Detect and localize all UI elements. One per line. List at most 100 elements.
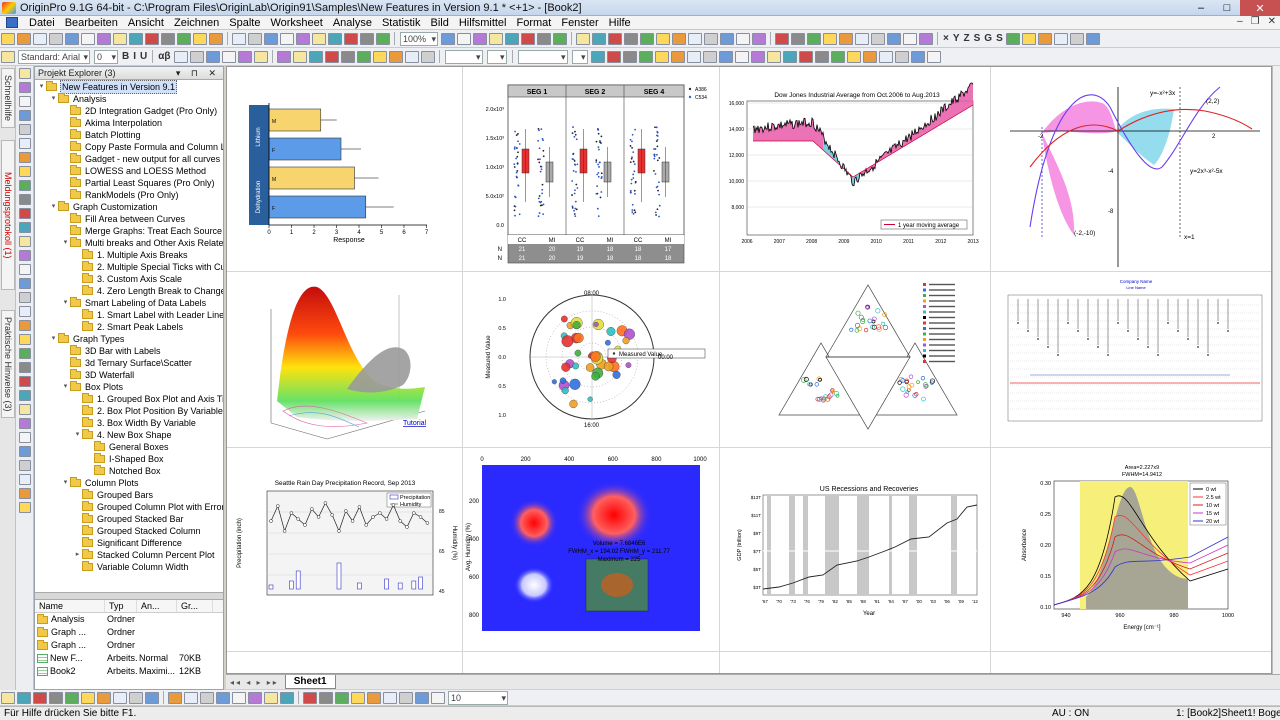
- toolbar-icon[interactable]: [606, 50, 621, 63]
- menu-spalte[interactable]: Spalte: [224, 16, 265, 30]
- toolbar-icon[interactable]: [798, 50, 813, 63]
- tool-icon[interactable]: [19, 474, 31, 485]
- toolbar-icon[interactable]: [383, 691, 397, 704]
- toolbar-icon[interactable]: [704, 32, 718, 45]
- toolbar-icon[interactable]: [33, 691, 47, 704]
- tree-item[interactable]: ▸ Stacked Column Percent Plot: [35, 549, 223, 561]
- tree-item[interactable]: Grouped Stacked Column: [35, 525, 223, 537]
- menu-bild[interactable]: Bild: [425, 16, 453, 30]
- toolbar-icon[interactable]: [576, 32, 590, 45]
- tool-icon[interactable]: [19, 180, 31, 191]
- tree-item[interactable]: 2. Smart Peak Labels: [35, 321, 223, 333]
- toolbar-icon[interactable]: [718, 50, 733, 63]
- tool-icon[interactable]: [19, 488, 31, 499]
- expand-toggle-icon[interactable]: ▾: [61, 381, 70, 393]
- menu-worksheet[interactable]: Worksheet: [265, 16, 327, 30]
- tree-item[interactable]: ▾ Graph Customization: [35, 201, 223, 213]
- expand-toggle-icon[interactable]: ▸: [73, 549, 82, 561]
- toolbar-icon[interactable]: [276, 50, 291, 63]
- toolbar-icon[interactable]: [216, 691, 230, 704]
- toolbar-icon[interactable]: [672, 32, 686, 45]
- toolbar-icon[interactable]: [887, 32, 901, 45]
- tree-item[interactable]: 2. Box Plot Position By Variable: [35, 405, 223, 417]
- toolbar-icon[interactable]: [264, 32, 278, 45]
- toolbar-icon[interactable]: [328, 32, 342, 45]
- graph-fill-between[interactable]: y=-x²+3x y=2x³-x²-5x (2,2) (-2,-10) x=1 …: [990, 67, 1272, 271]
- tree-item[interactable]: 1. Grouped Box Plot and Axis Ticks: [35, 393, 223, 405]
- toolbar-icon[interactable]: [734, 50, 749, 63]
- tool-icon[interactable]: [19, 82, 31, 93]
- toolbar-icon[interactable]: [173, 50, 188, 63]
- toolbar-icon[interactable]: [766, 50, 781, 63]
- toolbar-icon[interactable]: [335, 691, 349, 704]
- tree-item[interactable]: Grouped Stacked Bar: [35, 513, 223, 525]
- toolbar-icon[interactable]: [324, 50, 339, 63]
- toolbar-icon[interactable]: [292, 50, 307, 63]
- toolbar-glyph-icon[interactable]: S: [996, 33, 1003, 44]
- toolbar-icon[interactable]: [1053, 32, 1068, 45]
- tree-item[interactable]: RankModels (Pro Only): [35, 189, 223, 201]
- col-view[interactable]: An...: [137, 600, 177, 612]
- quick-help-tab[interactable]: Schnellhilfe: [1, 68, 15, 128]
- toolbar-icon[interactable]: [457, 32, 471, 45]
- toolbar-icon[interactable]: [903, 32, 917, 45]
- toolbar-icon[interactable]: [553, 32, 567, 45]
- tool-icon[interactable]: [19, 362, 31, 373]
- doc-minimize-button[interactable]: –: [1237, 16, 1243, 27]
- menu-hilfe[interactable]: Hilfe: [604, 16, 636, 30]
- toolbar-icon[interactable]: [1, 50, 15, 63]
- toolbar-icon[interactable]: [189, 50, 204, 63]
- toolbar-icon[interactable]: [871, 32, 885, 45]
- tree-item[interactable]: ▾ Graph Types: [35, 333, 223, 345]
- tool-icon[interactable]: [19, 418, 31, 429]
- toolbar-icon[interactable]: [129, 691, 143, 704]
- doc-close-button[interactable]: ✕: [1268, 16, 1276, 27]
- toolbar-glyph-icon[interactable]: S: [974, 33, 981, 44]
- toolbar-icon[interactable]: [814, 50, 829, 63]
- toolbar-icon[interactable]: [232, 691, 246, 704]
- splitter[interactable]: [35, 592, 223, 600]
- toolbar-icon[interactable]: [344, 32, 358, 45]
- toolbar-icon[interactable]: [670, 50, 685, 63]
- tool-icon[interactable]: [19, 404, 31, 415]
- toolbar-icon[interactable]: [1, 32, 15, 45]
- tool-icon[interactable]: [19, 96, 31, 107]
- list-item[interactable]: Analysis Ordner: [35, 613, 223, 626]
- toolbar-icon[interactable]: [855, 32, 869, 45]
- tree-item[interactable]: 4. Zero Length Break to Change A: [35, 285, 223, 297]
- tree-item[interactable]: 3D Waterfall: [35, 369, 223, 381]
- list-item[interactable]: New F... Arbeits...Normal 70KB: [35, 652, 223, 665]
- toolbar-icon[interactable]: [782, 50, 797, 63]
- toolbar-icon[interactable]: [823, 32, 837, 45]
- toolbar-icon[interactable]: [129, 32, 143, 45]
- toolbar-icon[interactable]: [168, 691, 182, 704]
- underline-button[interactable]: U: [140, 51, 147, 62]
- pattern-combo[interactable]: [517, 49, 568, 64]
- tool-icon[interactable]: [19, 278, 31, 289]
- toolbar-icon[interactable]: [750, 50, 765, 63]
- tool-icon[interactable]: [19, 166, 31, 177]
- expand-toggle-icon[interactable]: ▾: [73, 429, 82, 441]
- graph-ternary[interactable]: [719, 271, 990, 447]
- tree-item[interactable]: ▾ Smart Labeling of Data Labels: [35, 297, 223, 309]
- toolbar-icon[interactable]: [640, 32, 654, 45]
- line-width-combo[interactable]: [486, 49, 507, 64]
- toolbar-icon[interactable]: [33, 32, 47, 45]
- graph-us-recessions[interactable]: US Recessions and Recoveries $13T $11T $9T…: [719, 447, 990, 651]
- italic-button[interactable]: I: [133, 51, 136, 62]
- expand-toggle-icon[interactable]: ▾: [61, 237, 70, 249]
- tree-item[interactable]: Notched Box: [35, 465, 223, 477]
- graph-polar-bubble[interactable]: Measured Value 08:00 00:00 16:00 1.0 0.5 0…: [462, 271, 719, 447]
- toolbar-icon[interactable]: [312, 32, 326, 45]
- close-button[interactable]: ✕: [1240, 0, 1280, 16]
- bar[interactable]: [268, 137, 342, 161]
- toolbar-icon[interactable]: [388, 50, 403, 63]
- tool-icon[interactable]: [19, 236, 31, 247]
- toolbar-glyph-icon[interactable]: Y: [953, 33, 960, 44]
- tool-icon[interactable]: [19, 194, 31, 205]
- vertical-scrollbar[interactable]: [1272, 66, 1280, 674]
- maximize-button[interactable]: □: [1214, 0, 1240, 16]
- tree-item[interactable]: Fill Area between Curves: [35, 213, 223, 225]
- tree-item[interactable]: 3d Ternary Surface\Scatter: [35, 357, 223, 369]
- toolbar-icon[interactable]: [232, 32, 246, 45]
